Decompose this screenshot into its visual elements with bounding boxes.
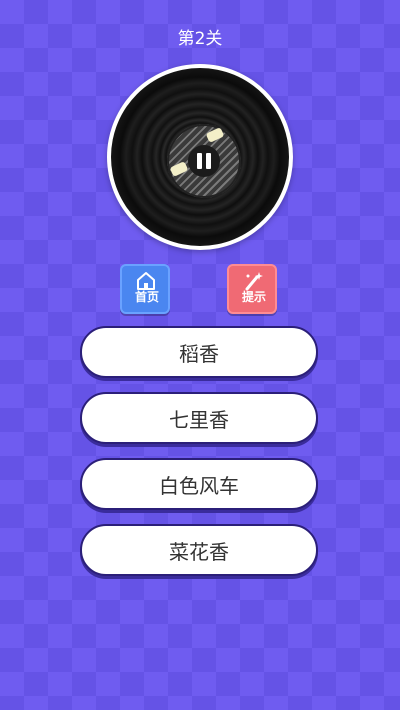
answer-option-1[interactable]: 稻香	[80, 326, 318, 378]
answer-option-3[interactable]: 白色风车	[80, 458, 318, 510]
answer-option-2[interactable]: 七里香	[80, 392, 318, 444]
level-title: 第2关	[177, 29, 223, 49]
hint-label: 提示	[241, 290, 266, 304]
hint-button[interactable]: 提示	[227, 264, 277, 314]
record-disc	[111, 68, 289, 246]
label-decoration	[169, 161, 189, 177]
pause-icon	[206, 153, 211, 169]
answer-label: 菜花香	[169, 539, 229, 564]
home-label: 首页	[134, 290, 159, 304]
label-decoration	[205, 127, 225, 143]
answer-label: 稻香	[179, 341, 219, 366]
pause-icon	[197, 153, 202, 169]
answer-label: 白色风车	[159, 473, 239, 498]
answer-label: 七里香	[169, 407, 229, 432]
record-label	[167, 124, 241, 198]
home-button[interactable]: 首页	[120, 264, 170, 314]
answer-option-4[interactable]: 菜花香	[80, 524, 318, 576]
vinyl-record	[107, 64, 293, 250]
pause-button[interactable]	[188, 145, 220, 177]
